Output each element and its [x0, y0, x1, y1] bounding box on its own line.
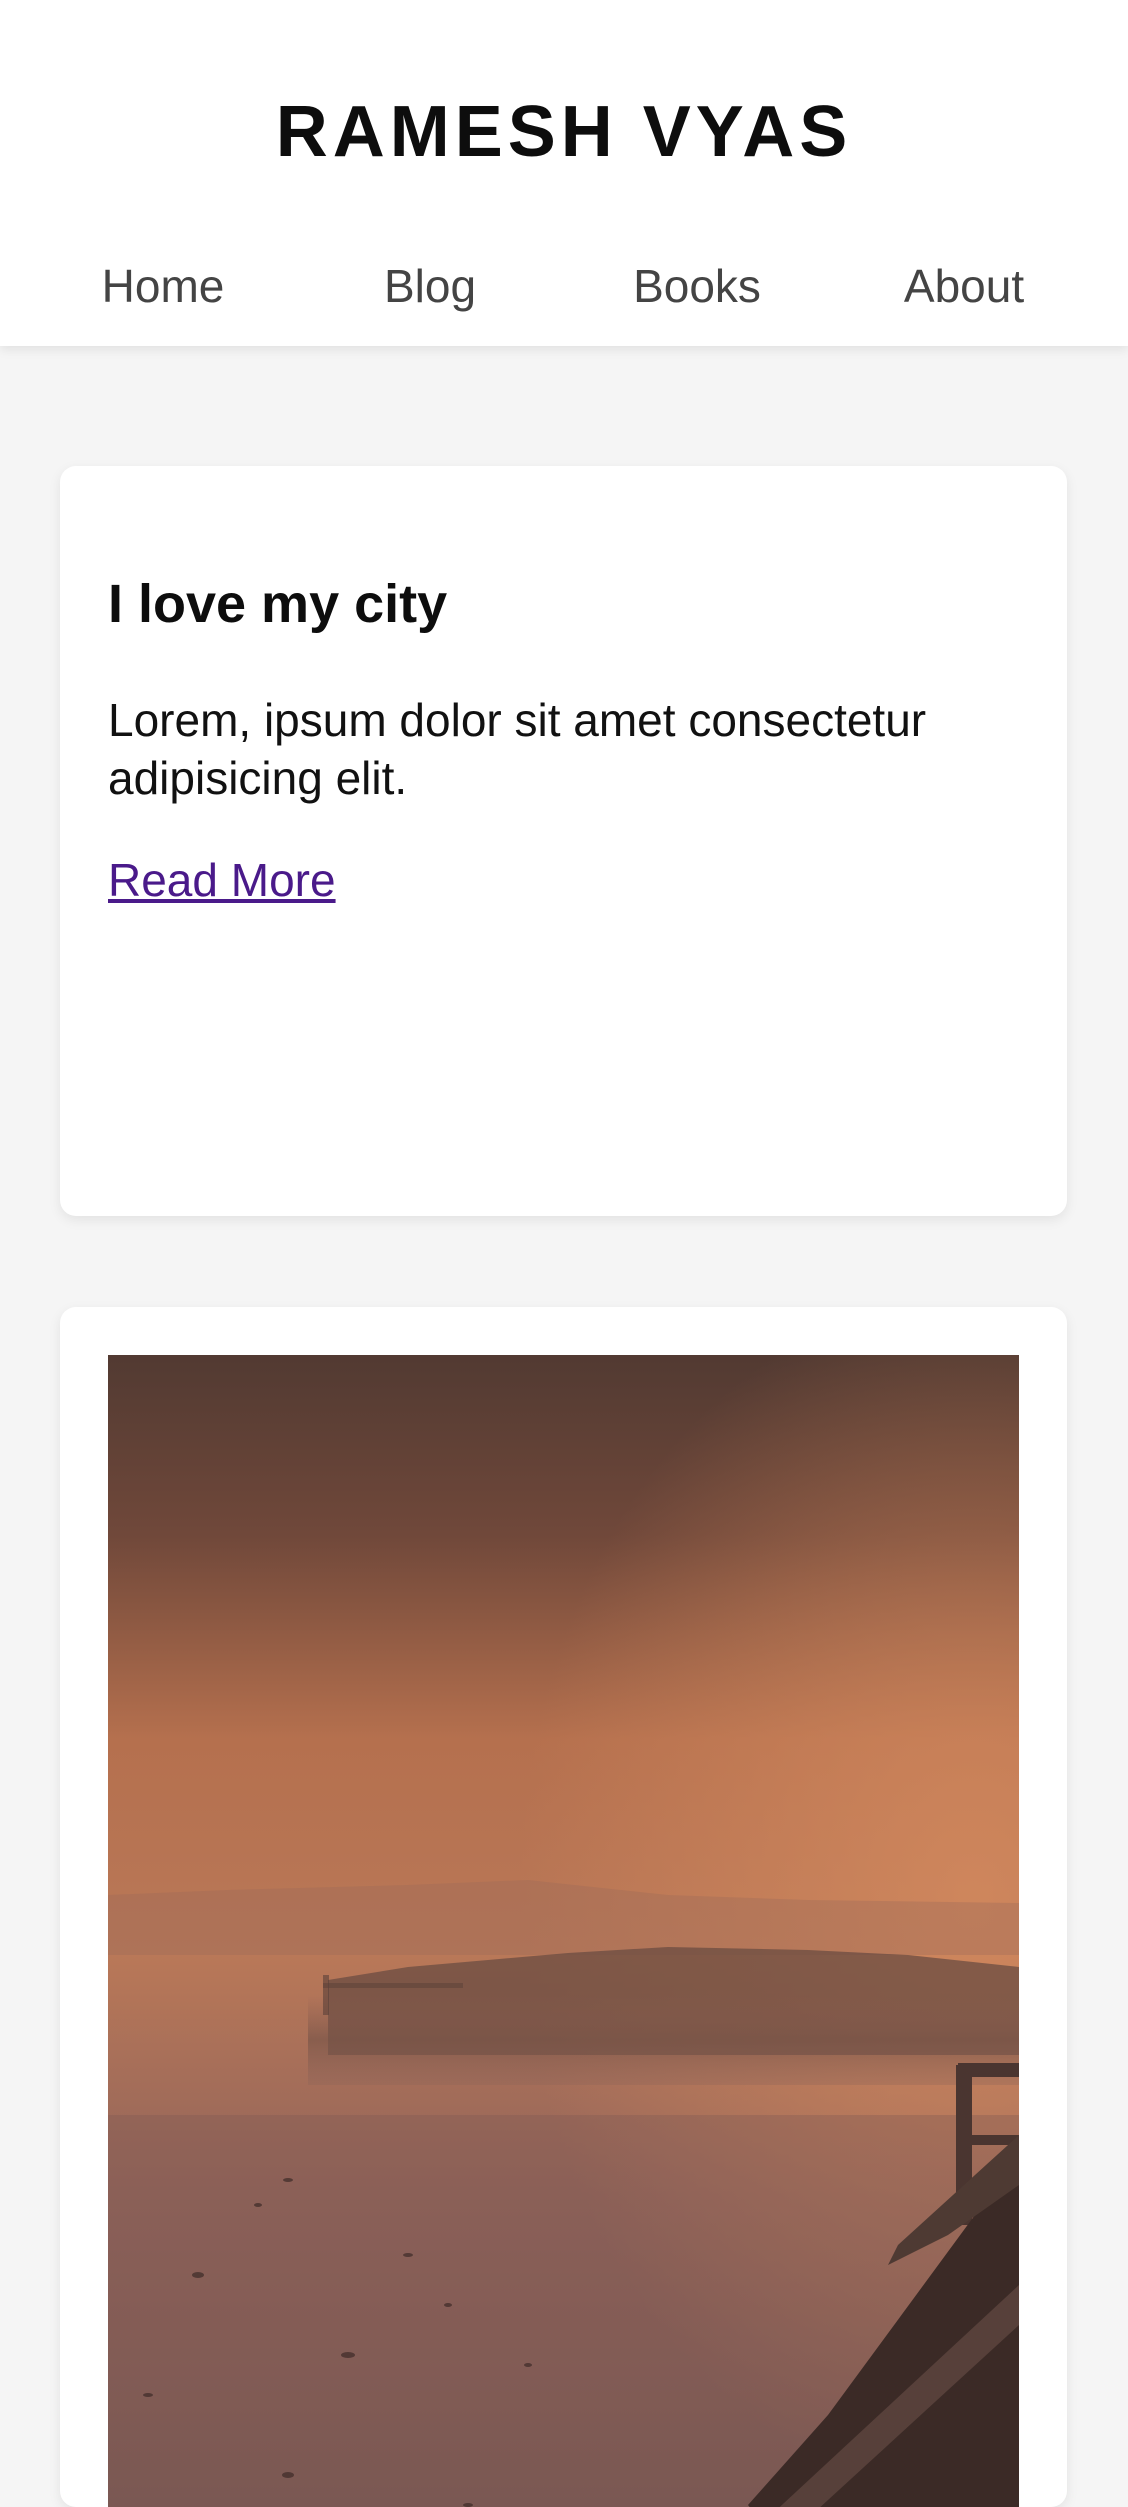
nav-item-books[interactable]: Books — [597, 256, 797, 316]
nav-item-about[interactable]: About — [864, 256, 1064, 316]
post-title: I love my city — [108, 574, 448, 634]
main-nav: Home Blog Books About — [0, 256, 1128, 316]
read-more-link[interactable]: Read More — [108, 852, 336, 910]
nav-item-blog[interactable]: Blog — [330, 256, 530, 316]
misty-lake-image — [108, 1355, 1019, 2507]
site-header: RAMESH VYAS Home Blog Books About — [0, 0, 1128, 346]
post-excerpt: Lorem, ipsum dolor sit amet consectetur … — [108, 694, 927, 804]
post-card: I love my city Lorem, ipsum dolor sit am… — [60, 466, 1067, 1216]
nav-item-home[interactable]: Home — [63, 256, 263, 316]
site-title[interactable]: RAMESH VYAS — [0, 96, 1128, 168]
post-image[interactable] — [108, 1355, 1019, 2507]
image-post-card — [60, 1307, 1067, 2507]
